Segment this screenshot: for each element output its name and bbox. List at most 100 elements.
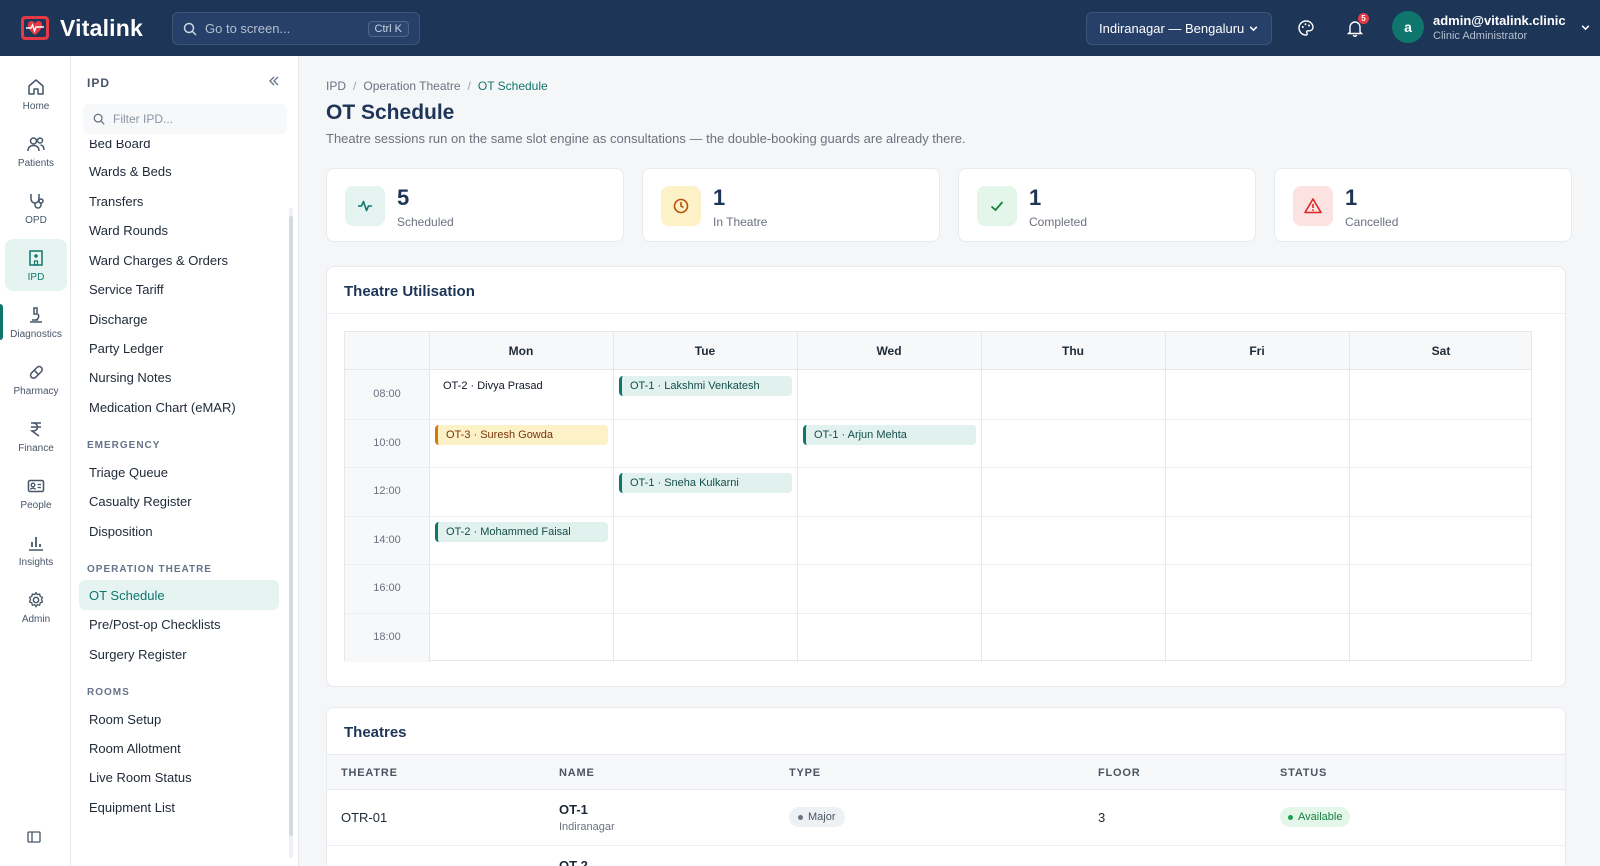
rail-item-pharmacy[interactable]: Pharmacy bbox=[5, 353, 67, 405]
search-input[interactable] bbox=[205, 21, 355, 36]
calendar-slot[interactable] bbox=[430, 614, 613, 662]
calendar-slot[interactable] bbox=[982, 420, 1165, 468]
column-header-status[interactable]: STATUS bbox=[1280, 767, 1327, 779]
calendar-slot[interactable] bbox=[430, 468, 613, 516]
calendar-slot[interactable] bbox=[614, 420, 797, 468]
column-header-type[interactable]: TYPE bbox=[789, 767, 821, 779]
stat-label: Completed bbox=[1029, 215, 1088, 229]
subnav-item-room-setup[interactable]: Room Setup bbox=[79, 704, 279, 734]
notifications-button[interactable]: 5 bbox=[1343, 13, 1369, 40]
user-role: Clinic Administrator bbox=[1433, 29, 1528, 42]
calendar-slot[interactable] bbox=[1350, 371, 1533, 419]
sidebar-toggle[interactable] bbox=[26, 829, 42, 850]
subnav-item-casualty-register[interactable]: Casualty Register bbox=[79, 486, 279, 516]
calendar-slot[interactable] bbox=[798, 614, 981, 662]
rail-item-admin[interactable]: Admin bbox=[5, 581, 67, 633]
calendar-slot[interactable] bbox=[1350, 565, 1533, 613]
ot-booking[interactable]: OT-3 · Suresh Gowda bbox=[435, 424, 608, 445]
rail-item-opd[interactable]: OPD bbox=[5, 182, 67, 234]
subnav-item-live-room-status[interactable]: Live Room Status bbox=[79, 762, 279, 792]
calendar-slot[interactable] bbox=[430, 565, 613, 613]
stat-label: In Theatre bbox=[713, 215, 768, 229]
calendar-slot[interactable] bbox=[982, 468, 1165, 516]
ot-booking[interactable]: OT-2 · Divya Prasad bbox=[435, 376, 608, 396]
theme-toggle[interactable] bbox=[1294, 16, 1318, 40]
calendar-slot[interactable] bbox=[1350, 420, 1533, 468]
subnav-item-transfers[interactable]: Transfers bbox=[79, 186, 279, 216]
user-menu[interactable]: a admin@vitalink.clinic Clinic Administr… bbox=[1392, 11, 1591, 43]
subnav-group-emergency: EMERGENCY bbox=[87, 440, 161, 451]
rail-item-patients[interactable]: Patients bbox=[5, 125, 67, 177]
calendar-slot[interactable] bbox=[982, 371, 1165, 419]
notification-count: 5 bbox=[1358, 13, 1369, 24]
column-header-name[interactable]: NAME bbox=[559, 767, 595, 779]
calendar-slot[interactable] bbox=[1166, 565, 1349, 613]
subnav-item-ward-charges[interactable]: Ward Charges & Orders bbox=[79, 245, 279, 275]
ot-booking[interactable]: OT-1 · Lakshmi Venkatesh bbox=[619, 376, 792, 396]
ot-booking[interactable]: OT-2 · Mohammed Faisal bbox=[435, 521, 608, 542]
calendar-slot[interactable] bbox=[1166, 517, 1349, 565]
column-header-floor[interactable]: FLOOR bbox=[1098, 767, 1141, 779]
calendar-slot[interactable] bbox=[798, 371, 981, 419]
calendar-slot[interactable] bbox=[798, 565, 981, 613]
subnav-item-party-ledger[interactable]: Party Ledger bbox=[79, 333, 279, 363]
breadcrumb-ipd[interactable]: IPD bbox=[326, 79, 346, 93]
rail-item-insights[interactable]: Insights bbox=[5, 524, 67, 576]
breadcrumb-operation-theatre[interactable]: Operation Theatre bbox=[363, 79, 460, 93]
time-slot-label: 12:00 bbox=[373, 485, 401, 498]
subnav-item-service-tariff[interactable]: Service Tariff bbox=[79, 274, 279, 304]
calendar-slot[interactable] bbox=[614, 565, 797, 613]
subnav-item-discharge[interactable]: Discharge bbox=[79, 304, 279, 334]
card-title: Theatre Utilisation bbox=[344, 283, 475, 300]
calendar-slot[interactable] bbox=[1166, 468, 1349, 516]
dot-icon bbox=[798, 814, 803, 820]
ot-booking[interactable]: OT-1 · Sneha Kulkarni bbox=[619, 473, 792, 494]
subnav-group-operation-theatre: OPERATION THEATRE bbox=[87, 564, 212, 575]
calendar-slot[interactable] bbox=[1166, 614, 1349, 662]
location-select[interactable]: Indiranagar — Bengaluru bbox=[1086, 12, 1272, 45]
calendar-slot[interactable] bbox=[1350, 468, 1533, 516]
calendar-slot[interactable] bbox=[1350, 614, 1533, 662]
brand[interactable]: Vitalink bbox=[20, 13, 170, 43]
calendar-slot[interactable] bbox=[1166, 420, 1349, 468]
subnav-filter[interactable] bbox=[83, 104, 287, 134]
stat-value: 1 bbox=[1345, 185, 1358, 210]
rail-item-home[interactable]: Home bbox=[5, 68, 67, 120]
breadcrumb-separator: / bbox=[353, 79, 357, 93]
calendar-slot[interactable] bbox=[982, 614, 1165, 662]
global-search[interactable]: Ctrl K bbox=[172, 12, 420, 45]
subnav-item-equipment-list[interactable]: Equipment List bbox=[79, 792, 279, 822]
dot-icon bbox=[1288, 814, 1293, 820]
subnav-item-nursing-notes[interactable]: Nursing Notes bbox=[79, 362, 279, 392]
filter-input[interactable] bbox=[113, 112, 263, 126]
calendar-slot[interactable] bbox=[614, 614, 797, 662]
calendar-slot[interactable] bbox=[614, 517, 797, 565]
calendar-slot[interactable] bbox=[982, 517, 1165, 565]
subnav-item-ward-rounds[interactable]: Ward Rounds bbox=[79, 215, 279, 245]
subnav-item-triage-queue[interactable]: Triage Queue bbox=[79, 457, 279, 487]
column-header-theatre[interactable]: THEATRE bbox=[341, 767, 398, 779]
calendar-slot[interactable] bbox=[982, 565, 1165, 613]
subnav-item-room-allotment[interactable]: Room Allotment bbox=[79, 733, 279, 763]
table-row[interactable]: OTR-01 OT-1 Indiranagar Major 3 Availabl… bbox=[327, 790, 1565, 845]
rail-item-finance[interactable]: Finance bbox=[5, 410, 67, 462]
stat-value: 1 bbox=[1029, 185, 1042, 210]
calendar-slot[interactable] bbox=[1350, 517, 1533, 565]
subnav-item-surgery-register[interactable]: Surgery Register bbox=[79, 639, 279, 669]
subnav-item-wards-beds[interactable]: Wards & Beds bbox=[79, 156, 279, 186]
collapse-subnav-button[interactable] bbox=[268, 74, 280, 92]
location-value: Indiranagar — Bengaluru bbox=[1099, 21, 1245, 36]
calendar-slot[interactable] bbox=[798, 517, 981, 565]
rail-item-diagnostics[interactable]: Diagnostics bbox=[5, 296, 67, 348]
subnav-item-checklists[interactable]: Pre/Post-op Checklists bbox=[79, 609, 279, 639]
chevron-down-icon bbox=[1581, 24, 1589, 30]
subnav-scroll-thumb[interactable] bbox=[289, 216, 293, 836]
subnav-item-ot-schedule[interactable]: OT Schedule bbox=[79, 580, 279, 610]
subnav-item-disposition[interactable]: Disposition bbox=[79, 516, 279, 546]
rail-item-people[interactable]: People bbox=[5, 467, 67, 519]
ot-booking[interactable]: OT-1 · Arjun Mehta bbox=[803, 424, 976, 445]
calendar-slot[interactable] bbox=[1166, 371, 1349, 419]
calendar-slot[interactable] bbox=[798, 468, 981, 516]
rail-item-ipd[interactable]: IPD bbox=[5, 239, 67, 291]
subnav-item-medication-chart[interactable]: Medication Chart (eMAR) bbox=[79, 392, 279, 422]
